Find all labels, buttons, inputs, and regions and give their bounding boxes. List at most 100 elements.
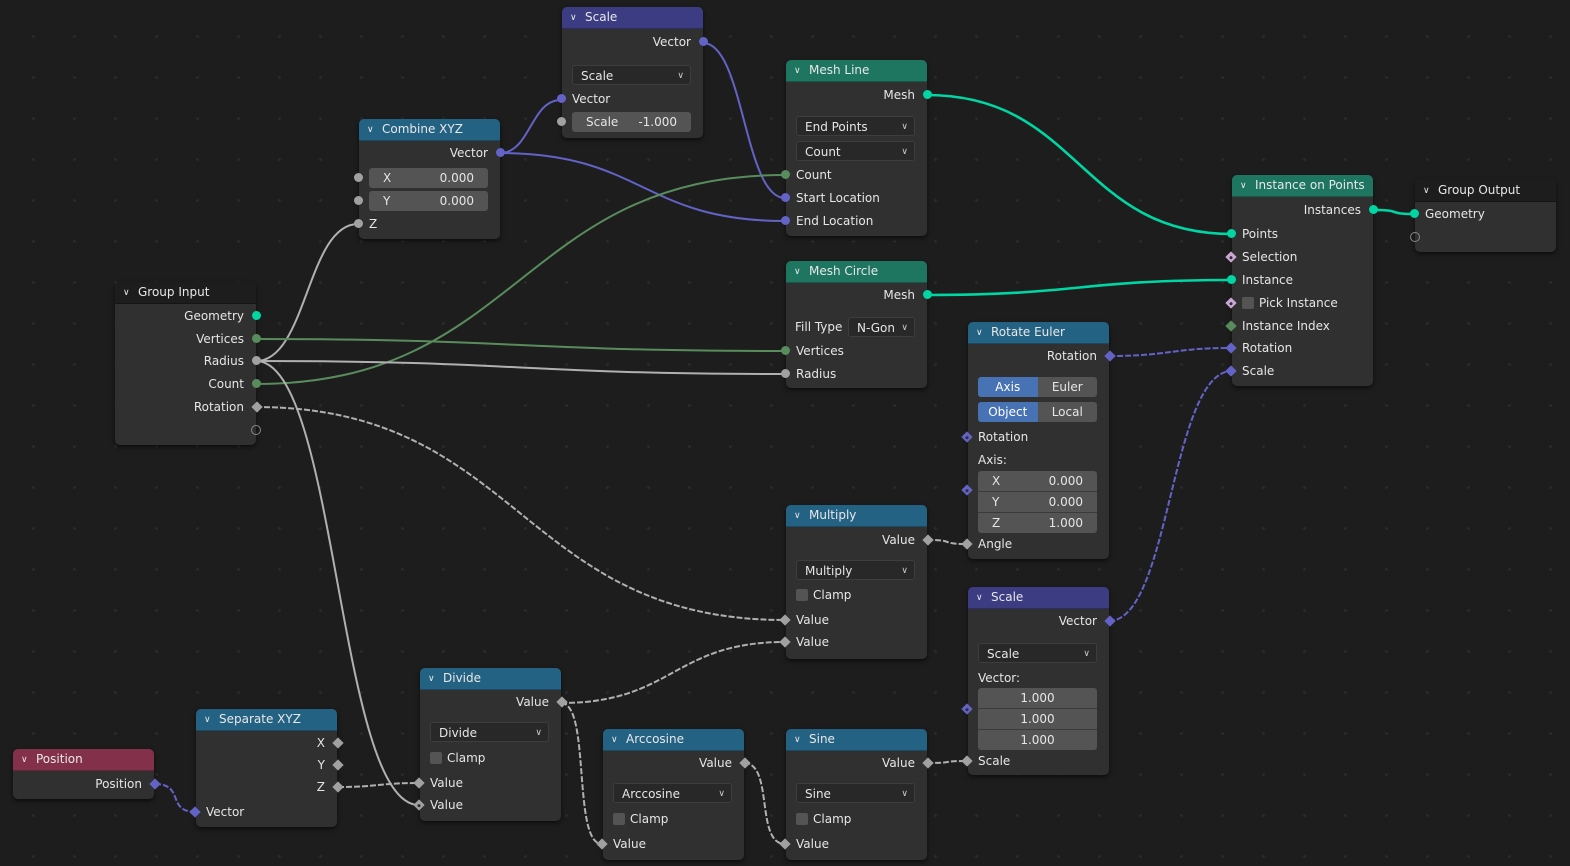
socket-y-output[interactable] — [332, 759, 344, 771]
socket-mesh-output[interactable] — [923, 290, 932, 299]
link-position-position-to-separate_xyz-vector[interactable] — [154, 783, 197, 813]
link-instance_on_points-instances-to-group_output-geometry[interactable] — [1373, 208, 1416, 216]
socket-empty-output[interactable] — [251, 425, 261, 435]
node-instance-on-points[interactable]: ∨ Instance on Points Instances Points Sel… — [1225, 175, 1378, 386]
pick-instance-checkbox[interactable]: Pick Instance — [1242, 296, 1338, 310]
socket-scale-input[interactable] — [1225, 365, 1237, 377]
node-combine-xyz[interactable]: ∨ Combine XYZ Vector X 0.000 Y 0.000 Z — [354, 119, 505, 239]
toggle-axis-angle[interactable]: Axis Angle — [978, 377, 1038, 397]
link-mesh_line-mesh-to-instance_on_points-points[interactable] — [926, 93, 1233, 236]
operation-dropdown[interactable]: Arccosine ∨ — [613, 783, 732, 803]
socket-radius-input[interactable] — [781, 369, 790, 378]
socket-selection-input[interactable] — [1225, 251, 1237, 263]
collapse-chevron-icon[interactable]: ∨ — [367, 120, 377, 140]
socket-position-output[interactable] — [149, 778, 161, 790]
collapse-chevron-icon[interactable]: ∨ — [1240, 176, 1250, 196]
socket-x-input[interactable] — [354, 173, 363, 182]
collapse-chevron-icon[interactable]: ∨ — [611, 730, 621, 750]
clamp-checkbox[interactable]: Clamp — [430, 748, 485, 768]
checkbox-box[interactable] — [796, 813, 808, 825]
x-field[interactable]: X 0.000 — [369, 168, 488, 188]
clamp-checkbox[interactable]: Clamp — [796, 809, 851, 829]
socket-scale-input[interactable] — [961, 755, 973, 767]
socket-geometry-output[interactable] — [252, 311, 261, 320]
operation-dropdown[interactable]: Scale ∨ — [572, 65, 691, 85]
collapse-chevron-icon[interactable]: ∨ — [794, 61, 804, 81]
link-group_input-count-to-mesh_line-count[interactable] — [255, 174, 786, 385]
node-rotate-euler[interactable]: ∨ Rotate Euler Rotation Axis AngleEuler O… — [961, 322, 1116, 559]
operation-dropdown[interactable]: Multiply ∨ — [796, 560, 915, 580]
node-position[interactable]: ∨ Position Position — [13, 749, 161, 799]
link-mesh_circle-mesh-to-instance_on_points-instance[interactable] — [926, 278, 1233, 297]
vector-z-field[interactable]: 1.000 — [978, 730, 1097, 750]
link-group_input-radius-to-combine_xyz-z[interactable] — [255, 223, 359, 362]
fill-type-dropdown[interactable]: N-Gon ∨ — [848, 317, 915, 337]
socket-instance-input[interactable] — [1227, 275, 1236, 284]
collapse-chevron-icon[interactable]: ∨ — [794, 506, 804, 526]
socket-vector-output[interactable] — [496, 148, 505, 157]
socket-vector-input[interactable] — [189, 806, 201, 818]
socket-rotation-input[interactable] — [1225, 342, 1237, 354]
collapse-chevron-icon[interactable]: ∨ — [794, 730, 804, 750]
link-group_input-vertices-to-mesh_circle-vertices[interactable] — [255, 338, 786, 352]
socket-points-input[interactable] — [1227, 229, 1236, 238]
socket-rotation-output[interactable] — [251, 401, 263, 413]
socket-value-output[interactable] — [556, 696, 568, 708]
toggle-object[interactable]: Object — [978, 402, 1038, 422]
socket-value-input[interactable] — [779, 614, 791, 626]
collapse-chevron-icon[interactable]: ∨ — [976, 588, 986, 608]
collapse-chevron-icon[interactable]: ∨ — [794, 262, 804, 282]
clamp-checkbox[interactable]: Clamp — [613, 809, 668, 829]
y-field[interactable]: Y 0.000 — [369, 191, 488, 211]
node-sine[interactable]: ∨ Sine Value Sine ∨ Clamp Value — [779, 729, 934, 860]
node-header[interactable]: ∨ Sine — [786, 729, 927, 751]
node-divide[interactable]: ∨ Divide Value Divide ∨ Clamp Value Value — [413, 668, 568, 821]
link-scale_bottom-vector-to-instance_on_points-scale[interactable] — [1108, 370, 1233, 622]
node-group-output[interactable]: ∨ Group Output Geometry — [1410, 180, 1556, 252]
node-header[interactable]: ∨ Position — [13, 749, 154, 771]
socket-value-output[interactable] — [922, 757, 934, 769]
node-header[interactable]: ∨ Instance on Points — [1232, 175, 1373, 197]
socket-z-output[interactable] — [332, 781, 344, 793]
socket-x-output[interactable] — [332, 737, 344, 749]
node-separate-xyz[interactable]: ∨ Separate XYZ X Y Z Vector — [189, 709, 344, 827]
socket-vertices-input[interactable] — [781, 346, 790, 355]
socket-rotation-input[interactable] — [961, 431, 973, 443]
link-rotate_euler-rotation-to-instance_on_points-rotation[interactable] — [1108, 347, 1233, 357]
axis-z-field[interactable]: Z 1.000 — [978, 513, 1097, 533]
node-arccosine[interactable]: ∨ Arccosine Value Arccosine ∨ Clamp Value — [596, 729, 751, 860]
link-divide-value-to-multiply-value[interactable] — [560, 641, 786, 704]
node-header[interactable]: ∨ Multiply — [786, 505, 927, 527]
socket-instances-output[interactable] — [1369, 205, 1378, 214]
node-header[interactable]: ∨ Group Input — [115, 282, 256, 304]
link-combine_xyz-vector-to-scale_top-vector[interactable] — [499, 99, 562, 154]
scale-field[interactable]: Scale -1.000 — [572, 112, 691, 132]
node-header[interactable]: ∨ Combine XYZ — [359, 119, 500, 141]
node-scale-top[interactable]: ∨ Scale Vector Scale ∨ Vector Scale -1.000 — [557, 7, 708, 138]
node-mesh-line[interactable]: ∨ Mesh Line Mesh End Points ∨ Count ∨ Count… — [781, 60, 932, 236]
node-header[interactable]: ∨ Scale — [968, 587, 1109, 609]
node-scale-bottom[interactable]: ∨ Scale Vector Scale ∨ Vector: 1.000 1.000… — [961, 587, 1116, 775]
link-arccosine-value-to-sine-value[interactable] — [743, 762, 786, 845]
toggle-euler[interactable]: Euler — [1037, 377, 1097, 397]
collapse-chevron-icon[interactable]: ∨ — [123, 283, 133, 303]
socket-value-input[interactable] — [413, 777, 425, 789]
socket-z-input[interactable] — [354, 219, 363, 228]
collapse-chevron-icon[interactable]: ∨ — [570, 8, 580, 28]
checkbox-box[interactable] — [430, 752, 442, 764]
socket-geometry-input[interactable] — [1410, 209, 1419, 218]
toggle-local[interactable]: Local — [1037, 402, 1097, 422]
collapse-chevron-icon[interactable]: ∨ — [976, 323, 986, 343]
axis-x-field[interactable]: X 0.000 — [978, 471, 1097, 492]
link-combine_xyz-vector-to-mesh_line-end-location[interactable] — [499, 152, 786, 222]
socket-scale-input[interactable] — [557, 117, 566, 126]
link-separate_xyz-z-to-divide-value[interactable] — [337, 782, 420, 788]
socket-axis-input[interactable] — [961, 484, 973, 496]
node-group-input[interactable]: ∨ Group Input Geometry Vertices Radius Co… — [115, 282, 263, 445]
socket-rotation-output[interactable] — [1104, 350, 1116, 362]
socket-value-input[interactable] — [596, 838, 608, 850]
socket-value-input[interactable] — [779, 838, 791, 850]
socket-vertices-output[interactable] — [252, 334, 261, 343]
socket-vector-input[interactable] — [961, 703, 973, 715]
socket-count-input[interactable] — [781, 170, 790, 179]
